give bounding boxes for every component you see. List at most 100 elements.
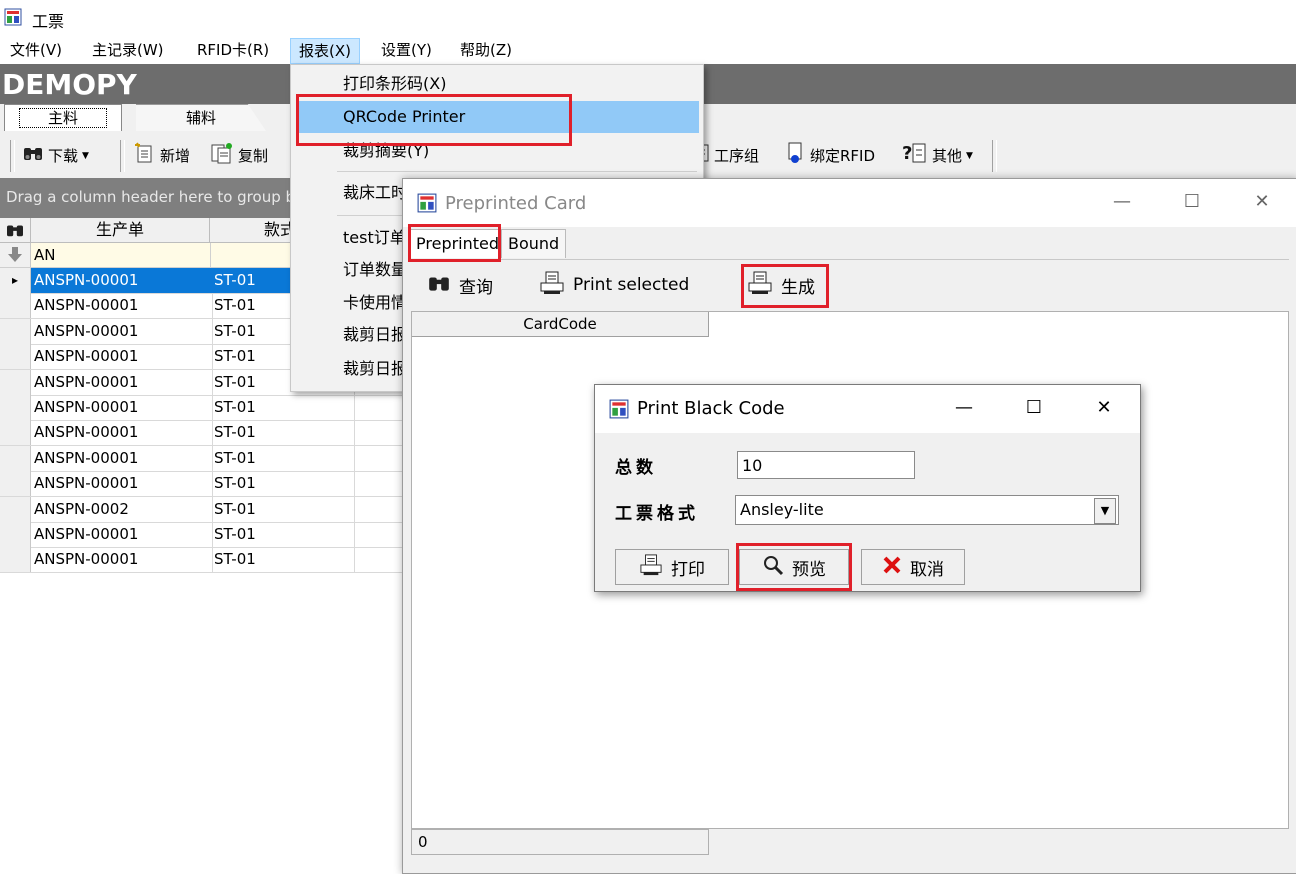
menu-item-order-quantity[interactable]: 订单数量 xyxy=(343,256,407,284)
tab-aux-material[interactable]: 辅料 xyxy=(136,104,266,131)
brand-logo: DEMOPY xyxy=(2,68,137,101)
format-value: Ansley-lite xyxy=(740,500,824,519)
total-input[interactable]: 10 xyxy=(737,451,915,479)
cell-order[interactable]: ANSPN-00001 xyxy=(31,522,213,547)
maximize-icon[interactable]: ☐ xyxy=(1019,397,1049,418)
tab-main-material[interactable]: 主料 xyxy=(4,104,122,131)
row-indicator[interactable] xyxy=(0,344,31,370)
svg-text:?: ? xyxy=(902,143,912,164)
chevron-down-icon[interactable]: ▼ xyxy=(1094,498,1116,524)
cell-style[interactable]: ST-01 xyxy=(210,547,355,573)
red-x-icon xyxy=(882,555,902,580)
printer-icon xyxy=(639,553,663,581)
cell-style[interactable]: ST-01 xyxy=(210,445,355,471)
arrow-down-icon xyxy=(0,243,31,267)
table-row[interactable]: ANSPN-00001 ST-01 xyxy=(0,471,404,498)
table-row[interactable]: ANSPN-00001 ST-01 xyxy=(0,445,404,472)
close-icon[interactable]: ✕ xyxy=(1247,191,1277,212)
cell-order[interactable]: ANSPN-00001 xyxy=(31,445,213,471)
search-icon[interactable] xyxy=(0,218,31,242)
menu-report[interactable]: 报表(X) xyxy=(290,38,360,64)
row-indicator[interactable] xyxy=(0,547,31,573)
bind-rfid-button[interactable]: 绑定RFID xyxy=(786,142,875,168)
row-indicator[interactable] xyxy=(0,369,31,395)
format-select[interactable]: Ansley-lite ▼ xyxy=(735,495,1119,525)
process-group-label: 工序组 xyxy=(714,147,760,165)
row-indicator[interactable] xyxy=(0,522,31,547)
highlight-box-qrcode xyxy=(296,94,572,146)
menu-item-cut-daily-2[interactable]: 裁剪日报 xyxy=(343,355,407,383)
cell-order[interactable]: ANSPN-0002 xyxy=(31,496,213,522)
print-button[interactable]: 打印 xyxy=(615,549,729,585)
cell-order[interactable]: ANSPN-00001 xyxy=(31,395,213,420)
row-indicator[interactable] xyxy=(0,420,31,446)
row-indicator[interactable] xyxy=(0,293,31,319)
other-button[interactable]: ? 其他 ▼ xyxy=(902,143,973,168)
chevron-down-icon: ▼ xyxy=(966,151,973,161)
print-selected-label: Print selected xyxy=(573,275,690,295)
download-button[interactable]: 下载 ▼ xyxy=(22,144,89,168)
print-black-code-dialog: Print Black Code — ☐ ✕ 总数 10 工票格式 Ansley… xyxy=(594,384,1141,592)
cell-order[interactable]: ANSPN-00001 xyxy=(31,547,213,573)
print-selected-button[interactable]: Print selected xyxy=(539,271,690,298)
cell-order[interactable]: ANSPN-00001 xyxy=(31,318,213,344)
toolbar-separator xyxy=(120,140,125,172)
new-document-icon xyxy=(134,142,156,171)
cell-order[interactable]: ANSPN-00001 xyxy=(31,369,213,395)
query-button[interactable]: 查询 xyxy=(427,272,493,298)
cell-style[interactable]: ST-01 xyxy=(210,420,355,446)
table-row[interactable]: ANSPN-00001 ST-01 xyxy=(0,547,404,574)
cancel-button[interactable]: 取消 xyxy=(861,549,965,585)
app-icon xyxy=(609,399,629,419)
add-label: 新增 xyxy=(160,147,191,165)
column-header-cardcode[interactable]: CardCode xyxy=(412,312,709,337)
menu-item-cut-daily-1[interactable]: 裁剪日报 xyxy=(343,321,407,349)
menu-help[interactable]: 帮助(Z) xyxy=(460,40,512,60)
cell-style[interactable]: ST-01 xyxy=(210,522,355,547)
copy-button[interactable]: 复制 xyxy=(210,142,269,171)
maximize-icon[interactable]: ☐ xyxy=(1177,191,1207,212)
table-row[interactable]: ANSPN-00001 ST-01 xyxy=(0,395,404,421)
row-indicator[interactable] xyxy=(0,471,31,497)
filter-input-order[interactable]: AN xyxy=(31,243,212,267)
row-indicator[interactable] xyxy=(0,496,31,522)
cell-style[interactable]: ST-01 xyxy=(210,395,355,420)
group-by-hint: Drag a column header here to group by xyxy=(6,188,304,206)
menu-settings[interactable]: 设置(Y) xyxy=(381,40,432,60)
menu-master-record[interactable]: 主记录(W) xyxy=(92,40,164,60)
tab-bound[interactable]: Bound xyxy=(501,229,567,258)
cell-order[interactable]: ANSPN-00001 xyxy=(31,471,213,497)
cell-order[interactable]: ANSPN-00001 xyxy=(31,268,213,293)
table-row[interactable]: ANSPN-00001 ST-01 xyxy=(0,522,404,548)
title-bar: 工票 xyxy=(0,0,1296,36)
add-button[interactable]: 新增 xyxy=(134,142,191,171)
close-icon[interactable]: ✕ xyxy=(1089,397,1119,418)
menu-item-cutting-hours[interactable]: 裁床工时 xyxy=(343,179,407,207)
dialog-title-bar: Print Black Code — ☐ ✕ xyxy=(595,385,1140,433)
copy-label: 复制 xyxy=(238,147,269,165)
cell-style[interactable]: ST-01 xyxy=(210,471,355,497)
table-row[interactable]: ANSPN-0002 ST-01 xyxy=(0,496,404,523)
minimize-icon[interactable]: — xyxy=(949,397,979,418)
menu-item-card-usage[interactable]: 卡使用情 xyxy=(343,289,407,317)
minimize-icon[interactable]: — xyxy=(1107,191,1137,212)
highlight-box-preprinted-tab xyxy=(408,224,501,262)
menu-item-test-order[interactable]: test订单 xyxy=(343,224,406,252)
cell-order[interactable]: ANSPN-00001 xyxy=(31,293,213,319)
menu-rfid-card[interactable]: RFID卡(R) xyxy=(197,40,269,60)
menu-file[interactable]: 文件(V) xyxy=(10,40,62,60)
cell-order[interactable]: ANSPN-00001 xyxy=(31,344,213,370)
row-indicator[interactable] xyxy=(0,318,31,344)
cell-order[interactable]: ANSPN-00001 xyxy=(31,420,213,446)
cell-style[interactable]: ST-01 xyxy=(210,496,355,522)
preprinted-tabs: Preprinted Bound xyxy=(409,227,1289,259)
tab-main-material-label: 主料 xyxy=(18,108,107,128)
row-indicator[interactable] xyxy=(0,395,31,420)
copy-icon xyxy=(210,142,234,171)
table-row[interactable]: ANSPN-00001 ST-01 xyxy=(0,420,404,447)
format-label: 工票格式 xyxy=(615,504,699,524)
row-indicator[interactable] xyxy=(0,445,31,471)
dialog-title: Print Black Code xyxy=(637,398,785,419)
current-row-indicator[interactable]: ▸ xyxy=(0,268,31,293)
column-header-order[interactable]: 生产单 xyxy=(31,218,210,242)
